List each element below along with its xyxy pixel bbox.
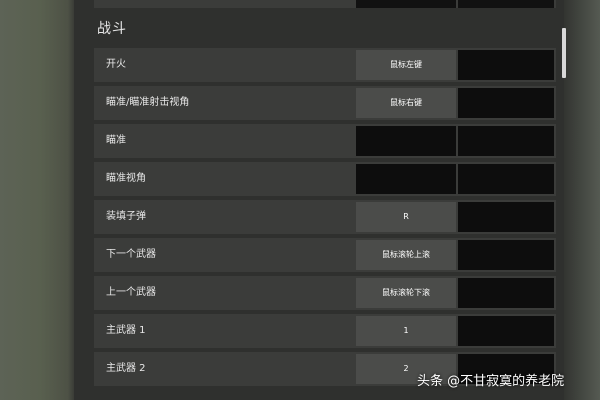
keybinding-action-label: 上一个武器 xyxy=(106,287,156,298)
primary-key-slot[interactable]: 鼠标右键 xyxy=(356,88,456,118)
keybinding-action-label: 瞄准视角 xyxy=(106,173,146,184)
keybinding-action-label: 瞄准/瞄准射击视角 xyxy=(106,97,190,108)
keybinding-row[interactable]: 装填子弹 R xyxy=(94,200,556,234)
previous-secondary-key-slot[interactable] xyxy=(458,0,554,8)
scrollbar-thumb[interactable] xyxy=(562,28,566,78)
primary-key-slot[interactable]: 1 xyxy=(356,316,456,346)
keybinding-action-label: 开火 xyxy=(106,59,126,70)
section-title-combat: 战斗 xyxy=(97,21,127,37)
secondary-key-slot[interactable] xyxy=(458,240,554,270)
primary-key-slot[interactable] xyxy=(356,126,456,156)
keybinding-row[interactable]: 下一个武器 鼠标滚轮上滚 xyxy=(94,238,556,272)
keybinding-action-label: 装填子弹 xyxy=(106,211,146,222)
secondary-key-slot[interactable] xyxy=(458,126,554,156)
keybinding-row[interactable]: 瞄准视角 xyxy=(94,162,556,196)
watermark-text: 头条 @不甘寂寞的养老院 xyxy=(417,374,565,389)
primary-key-slot[interactable]: 鼠标滚轮上滚 xyxy=(356,240,456,270)
keybinding-row[interactable]: 瞄准/瞄准射击视角 鼠标右键 xyxy=(94,86,556,120)
keybinding-action-label: 下一个武器 xyxy=(106,249,156,260)
keybinding-row[interactable]: 上一个武器 鼠标滚轮下滚 xyxy=(94,276,556,310)
primary-key-slot[interactable]: 鼠标左键 xyxy=(356,50,456,80)
primary-key-slot[interactable] xyxy=(356,164,456,194)
secondary-key-slot[interactable] xyxy=(458,278,554,308)
keybinding-action-label: 主武器 2 xyxy=(106,363,146,374)
keybinding-row[interactable]: 主武器 1 1 xyxy=(94,314,556,348)
previous-primary-key-slot[interactable] xyxy=(356,0,456,8)
previous-binding-row[interactable] xyxy=(94,0,556,8)
keybinding-row[interactable]: 瞄准 xyxy=(94,124,556,158)
keybinding-action-label: 瞄准 xyxy=(106,135,126,146)
secondary-key-slot[interactable] xyxy=(458,164,554,194)
primary-key-slot[interactable]: 鼠标滚轮下滚 xyxy=(356,278,456,308)
secondary-key-slot[interactable] xyxy=(458,202,554,232)
secondary-key-slot[interactable] xyxy=(458,316,554,346)
keybinding-action-label: 主武器 1 xyxy=(106,325,146,336)
secondary-key-slot[interactable] xyxy=(458,88,554,118)
keybinding-row[interactable]: 开火 鼠标左键 xyxy=(94,48,556,82)
primary-key-slot[interactable]: R xyxy=(356,202,456,232)
secondary-key-slot[interactable] xyxy=(458,50,554,80)
